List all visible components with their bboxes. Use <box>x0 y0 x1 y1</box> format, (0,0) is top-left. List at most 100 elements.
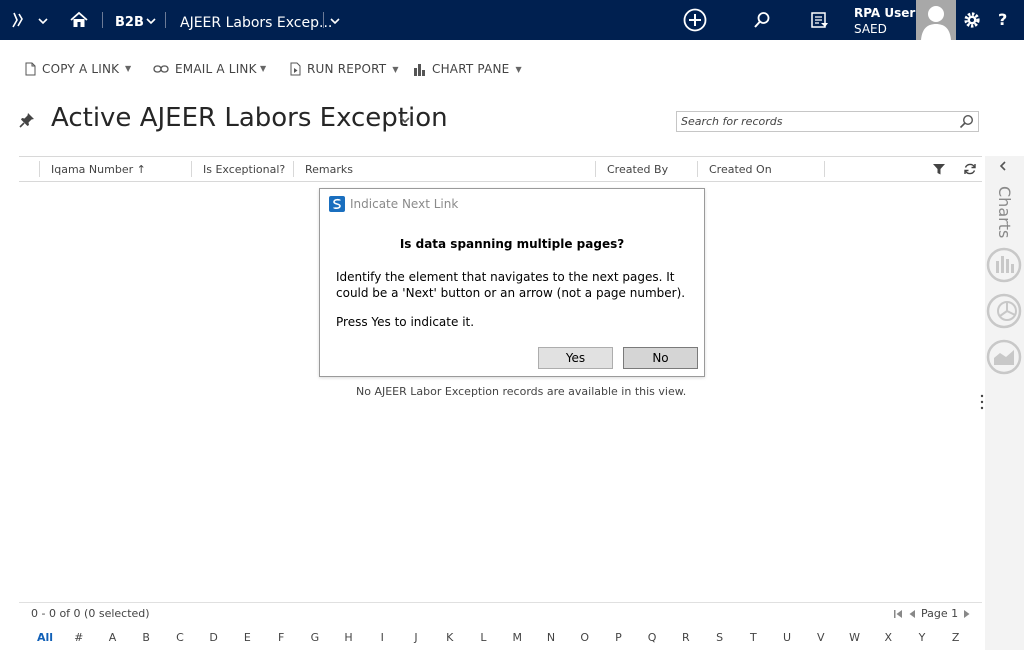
previous-page-icon[interactable] <box>907 609 917 619</box>
alpha-filter-letter[interactable]: E <box>244 631 251 644</box>
entity-breadcrumb[interactable]: AJEER Labors Excep... <box>180 15 332 31</box>
user-avatar[interactable] <box>916 0 956 40</box>
alpha-filter-letter[interactable]: J <box>414 631 417 644</box>
column-label: Iqama Number <box>51 163 134 176</box>
alpha-filter-letter[interactable]: Q <box>648 631 657 644</box>
user-name[interactable]: RPA User <box>854 6 915 20</box>
copy-link-button[interactable]: COPY A LINK <box>25 62 119 76</box>
alpha-filter-letter[interactable]: M <box>512 631 522 644</box>
user-org[interactable]: SAED <box>854 22 887 36</box>
run-report-dropdown-icon: ▼ <box>392 64 399 74</box>
advanced-find-icon[interactable] <box>810 10 830 30</box>
chevron-left-icon[interactable] <box>997 160 1009 172</box>
column-separator <box>293 161 294 177</box>
yes-button[interactable]: Yes <box>538 347 613 369</box>
alpha-filter-letter[interactable]: U <box>783 631 791 644</box>
alpha-filter-letter[interactable]: # <box>74 631 83 644</box>
column-header-iqama-number[interactable]: Iqama Number ↑ <box>51 163 146 176</box>
entity-chevron-down-icon[interactable] <box>330 15 340 28</box>
area-chart-icon[interactable] <box>985 338 1023 376</box>
charts-pane-label[interactable]: Charts <box>995 186 1014 238</box>
chart-pane-dropdown-icon: ▼ <box>515 64 522 74</box>
alpha-filter-letter[interactable]: D <box>209 631 217 644</box>
filter-icon[interactable] <box>932 162 946 176</box>
dialog-question: Is data spanning multiple pages? <box>399 237 625 251</box>
copy-link-label: COPY A LINK <box>42 62 120 76</box>
column-header-created-on[interactable]: Created On <box>709 163 772 176</box>
nav-separator <box>102 12 103 28</box>
first-page-icon[interactable] <box>893 609 903 619</box>
indicate-next-link-dialog: Indicate Next Link Is data spanning mult… <box>319 188 705 377</box>
app-menu-chevron-icon[interactable] <box>38 15 48 28</box>
next-page-icon[interactable] <box>962 609 972 619</box>
dynamics-logo-icon[interactable] <box>8 10 28 30</box>
search-records-box <box>676 111 979 132</box>
search-icon[interactable] <box>753 11 771 29</box>
search-records-icon[interactable] <box>959 114 974 129</box>
no-button[interactable]: No <box>623 347 698 369</box>
pin-icon[interactable] <box>19 112 35 128</box>
chart-pane-button[interactable]: CHART PANE ▼ <box>413 62 522 76</box>
dialog-instructions-2: Press Yes to indicate it. <box>336 315 475 329</box>
column-separator <box>824 161 825 177</box>
alpha-filter-letter[interactable]: All <box>37 631 53 644</box>
column-separator <box>191 161 192 177</box>
copy-link-dropdown-icon[interactable]: ▼ <box>125 64 131 73</box>
alpha-filter-letter[interactable]: X <box>884 631 892 644</box>
alpha-filter-letter[interactable]: S <box>716 631 723 644</box>
dialog-instructions: Identify the element that navigates to t… <box>336 270 686 300</box>
alpha-filter-letter[interactable]: C <box>176 631 184 644</box>
alpha-filter-letter[interactable]: A <box>109 631 117 644</box>
alpha-filter-letter[interactable]: F <box>278 631 284 644</box>
column-header-is-exceptional[interactable]: Is Exceptional? <box>203 163 285 176</box>
column-header-remarks[interactable]: Remarks <box>305 163 353 176</box>
email-link-dropdown-icon[interactable]: ▼ <box>260 64 266 73</box>
alpha-filter-letter[interactable]: Z <box>952 631 960 644</box>
person-silhouette-icon <box>921 6 951 40</box>
run-report-button[interactable]: RUN REPORT ▼ <box>290 62 399 76</box>
alpha-filter-letter[interactable]: K <box>446 631 453 644</box>
alpha-filter-letter[interactable]: P <box>615 631 622 644</box>
area-chevron-down-icon[interactable] <box>146 15 156 28</box>
document-icon <box>25 62 36 76</box>
alpha-filter-letter[interactable]: H <box>344 631 352 644</box>
create-record-plus-icon[interactable] <box>683 8 707 32</box>
dialog-title: Indicate Next Link <box>350 197 459 211</box>
column-separator <box>697 161 698 177</box>
alpha-filter-letter[interactable]: R <box>682 631 690 644</box>
alpha-filter-letter[interactable]: W <box>849 631 860 644</box>
email-link-button[interactable]: EMAIL A LINK <box>153 62 257 76</box>
command-bar: COPY A LINK ▼ EMAIL A LINK ▼ RUN REPORT … <box>0 40 1024 98</box>
alpha-filter-letter[interactable]: G <box>311 631 320 644</box>
column-separator <box>595 161 596 177</box>
report-icon <box>290 62 301 76</box>
home-icon[interactable] <box>70 11 88 29</box>
pie-chart-icon[interactable] <box>985 292 1023 330</box>
refresh-icon[interactable] <box>963 162 977 176</box>
alpha-filter-letter[interactable]: V <box>817 631 825 644</box>
help-icon[interactable]: ? <box>998 10 1007 29</box>
footer-divider <box>19 602 982 603</box>
uipath-app-icon <box>329 196 345 212</box>
alpha-filter-letter[interactable]: Y <box>919 631 926 644</box>
alpha-filter-letter[interactable]: L <box>480 631 486 644</box>
search-records-input[interactable] <box>681 114 951 129</box>
alpha-filter-letter[interactable]: O <box>580 631 589 644</box>
view-title[interactable]: Active AJEER Labors Exception <box>51 103 448 133</box>
crm-app: B2B AJEER Labors Excep... RPA User SAED <box>0 0 1024 650</box>
alpha-filter-letter[interactable]: B <box>142 631 150 644</box>
link-icon <box>153 65 169 73</box>
view-selector-chevron-icon[interactable] <box>400 113 410 127</box>
gear-icon[interactable] <box>962 10 982 30</box>
sort-ascending-icon: ↑ <box>136 163 146 176</box>
more-options-icon[interactable] <box>979 392 985 412</box>
column-header-created-by[interactable]: Created By <box>607 163 668 176</box>
charts-pane: Charts <box>985 156 1024 650</box>
nav-separator <box>165 12 166 28</box>
alpha-filter-letter[interactable]: N <box>547 631 555 644</box>
alpha-filter-letter[interactable]: I <box>381 631 384 644</box>
bar-chart-icon[interactable] <box>985 246 1023 284</box>
alpha-filter-letter[interactable]: T <box>750 631 757 644</box>
page-indicator: Page 1 <box>921 607 959 620</box>
area-selector[interactable]: B2B <box>115 15 144 30</box>
